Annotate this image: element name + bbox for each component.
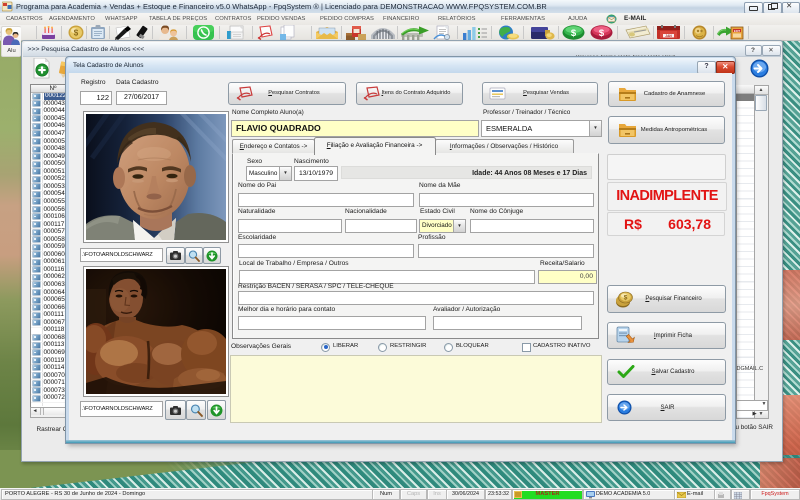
svg-text:$: $	[571, 28, 577, 39]
svg-text:EXIT: EXIT	[734, 29, 741, 33]
svg-text:$: $	[599, 28, 605, 39]
svg-text:$: $	[74, 28, 79, 37]
svg-text:JAN: JAN	[665, 34, 672, 38]
